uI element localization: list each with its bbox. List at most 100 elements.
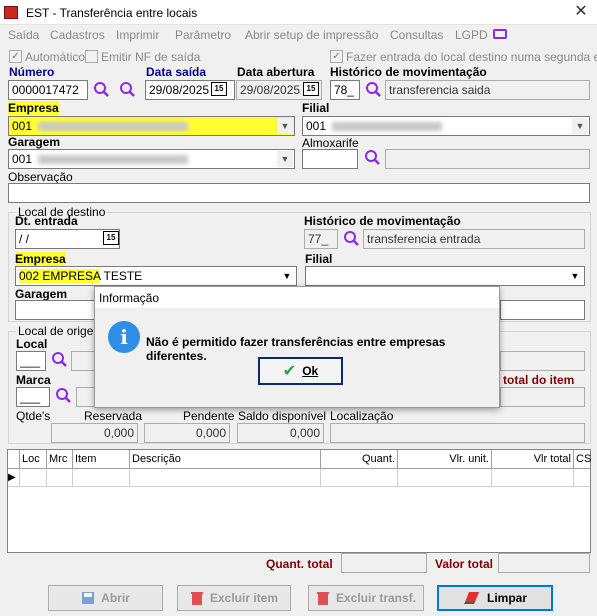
col-quant[interactable]: Quant. xyxy=(321,450,398,469)
calendar-icon[interactable]: 15 xyxy=(211,82,227,96)
valor-total-field xyxy=(498,553,590,573)
local-origem-title: Local de origem xyxy=(16,324,106,338)
local-field[interactable]: ___ xyxy=(16,351,46,371)
items-grid[interactable]: Loc Mrc Item Descrição Quant. Vlr. unit.… xyxy=(7,449,591,553)
filial-label: Filial xyxy=(302,101,330,115)
localizacao-label: Localização xyxy=(330,409,394,423)
col-item[interactable]: Item xyxy=(73,450,130,469)
search-icon[interactable] xyxy=(365,81,382,98)
destino-filial-label: Filial xyxy=(305,252,333,266)
cell-descricao[interactable] xyxy=(130,469,321,487)
ok-label: Ok xyxy=(302,364,319,378)
chevron-down-icon[interactable]: ▼ xyxy=(277,118,293,134)
emitir-nf-checkbox[interactable] xyxy=(85,50,98,63)
info-dialog: Informação i Não é permitido fazer trans… xyxy=(94,286,500,408)
historico-code-field[interactable]: 78_ xyxy=(330,80,360,100)
empresa-select[interactable]: 001 ▼ xyxy=(8,116,295,136)
historico-desc-field: transferencia saida xyxy=(385,80,590,100)
numero-label: Número xyxy=(9,65,55,79)
abrir-button[interactable]: Abrir xyxy=(48,585,163,611)
grid-corner xyxy=(8,450,20,469)
historico-label: Histórico de movimentação xyxy=(330,65,487,79)
cell-vlr-total[interactable] xyxy=(492,469,574,487)
col-vlr-unit[interactable]: Vlr. unit. xyxy=(398,450,492,469)
menu-abrir-setup[interactable]: Abrir setup de impressão xyxy=(245,28,378,42)
observacao-field[interactable] xyxy=(8,183,590,203)
destino-garagem-extra[interactable] xyxy=(500,300,585,320)
automatico-label: Automático xyxy=(25,50,86,64)
ok-button[interactable]: ✔ Ok xyxy=(258,357,343,385)
calendar-icon[interactable]: 15 xyxy=(303,82,319,96)
monitor-icon[interactable] xyxy=(493,29,507,39)
search-icon[interactable] xyxy=(55,387,72,404)
filial-value: 001 xyxy=(306,119,327,133)
excluir-item-label: Excluir item xyxy=(209,591,279,605)
row-indicator-icon: ▶ xyxy=(8,469,20,487)
close-icon[interactable]: ✕ xyxy=(571,3,591,21)
app-icon xyxy=(4,6,18,19)
chevron-down-icon[interactable]: ▼ xyxy=(572,118,588,134)
destino-filial-select[interactable]: ▼ xyxy=(305,266,585,286)
pendente-label: Pendente xyxy=(183,409,235,423)
menu-lgpd[interactable]: LGPD xyxy=(455,28,488,42)
grid-header: Loc Mrc Item Descrição Quant. Vlr. unit.… xyxy=(8,450,592,469)
eraser-icon xyxy=(463,592,479,604)
window-title: EST - Transferência entre locais xyxy=(26,6,198,20)
numero-field[interactable]: 0000017472 xyxy=(8,80,88,100)
marca-field[interactable]: ___ xyxy=(16,387,50,407)
chevron-down-icon[interactable]: ▼ xyxy=(279,268,295,284)
destino-garagem-select[interactable] xyxy=(15,300,95,320)
saldo-field: 0,000 xyxy=(237,423,324,443)
col-loc[interactable]: Loc xyxy=(20,450,47,469)
saldo-label: Saldo disponível xyxy=(238,409,327,423)
cell-quant[interactable] xyxy=(321,469,398,487)
cell-mrc[interactable] xyxy=(47,469,73,487)
chevron-down-icon[interactable]: ▼ xyxy=(277,151,293,167)
cell-vlr-unit[interactable] xyxy=(398,469,492,487)
search-icon[interactable] xyxy=(119,81,136,98)
col-mrc[interactable]: Mrc xyxy=(47,450,73,469)
excluir-transf-label: Excluir transf. xyxy=(335,591,417,605)
menu-saida[interactable]: Saída xyxy=(8,28,39,42)
destino-empresa-select[interactable]: 002 EMPRESA TESTE ▼ xyxy=(15,266,297,286)
col-cs[interactable]: CS xyxy=(574,450,592,469)
menu-consultas[interactable]: Consultas xyxy=(390,28,443,42)
limpar-button[interactable]: Limpar xyxy=(437,585,553,611)
chevron-down-icon[interactable]: ▼ xyxy=(567,268,583,284)
almoxarife-field[interactable] xyxy=(302,149,358,169)
col-descricao[interactable]: Descrição xyxy=(130,450,321,469)
qtdes-label: Qtde's xyxy=(16,409,51,423)
dialog-title: Informação xyxy=(95,287,499,309)
menu-cadastros[interactable]: Cadastros xyxy=(50,28,105,42)
empresa-value: 001 xyxy=(12,119,33,133)
cell-loc[interactable] xyxy=(20,469,47,487)
localizacao-field xyxy=(330,423,585,443)
cell-item[interactable] xyxy=(73,469,130,487)
marca-label: Marca xyxy=(16,373,51,387)
search-icon[interactable] xyxy=(51,351,68,368)
fazer-entrada-checkbox[interactable]: ✓ xyxy=(330,50,343,63)
menu-imprimir[interactable]: Imprimir xyxy=(116,28,159,42)
garagem-select[interactable]: 001 ▼ xyxy=(8,149,295,169)
check-icon: ✔ xyxy=(282,363,297,380)
table-row[interactable]: ▶ xyxy=(8,469,590,487)
automatico-checkbox[interactable]: ✓ xyxy=(9,50,22,63)
local-label: Local xyxy=(16,337,48,351)
garagem-value: 001 xyxy=(12,152,33,166)
destino-historico-code[interactable]: 77_ xyxy=(304,229,338,249)
excluir-item-button[interactable]: Excluir item xyxy=(177,585,291,611)
reservada-label: Reservada xyxy=(84,409,143,423)
abrir-label: Abrir xyxy=(101,591,130,605)
search-icon[interactable] xyxy=(364,149,381,166)
data-saida-label: Data saída xyxy=(146,65,207,79)
col-vlr-total[interactable]: Vlr total xyxy=(492,450,574,469)
search-icon[interactable] xyxy=(93,81,110,98)
filial-select[interactable]: 001 ▼ xyxy=(302,116,590,136)
data-abertura-label: Data abertura xyxy=(237,65,315,79)
search-icon[interactable] xyxy=(343,230,360,247)
calendar-icon[interactable]: 15 xyxy=(103,231,119,245)
trash-icon xyxy=(190,592,203,605)
total-item-label: total do item xyxy=(503,373,575,387)
menu-parametro[interactable]: Parâmetro xyxy=(175,28,231,42)
excluir-transf-button[interactable]: Excluir transf. xyxy=(308,585,424,611)
